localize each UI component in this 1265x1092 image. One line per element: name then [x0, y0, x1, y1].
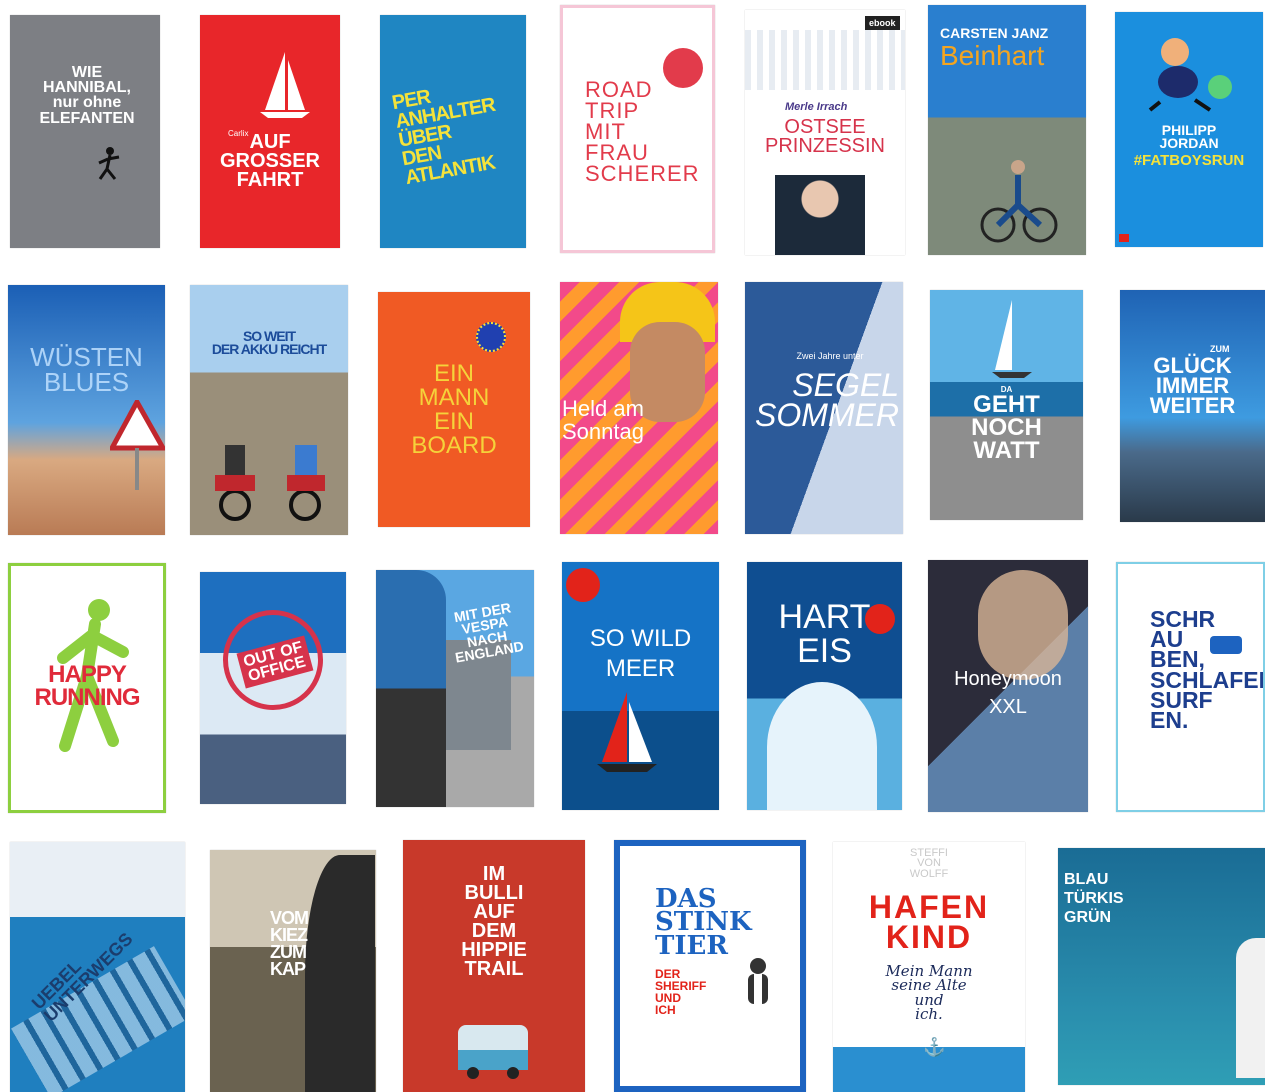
cover-title: HART EIS — [778, 598, 871, 670]
cover-title: Honeymoon XXL — [954, 668, 1062, 718]
red-sticker — [566, 568, 600, 602]
cover-title: WÜSTEN BLUES — [30, 342, 143, 397]
cover-title: EIN MANN EIN BOARD — [411, 360, 497, 459]
skunk-icon — [748, 958, 768, 1004]
book-cover-collage: { "colors": { "hannibal_bg": "#7d7f84", … — [0, 0, 1265, 1092]
portrait-photo — [775, 175, 865, 255]
cover-subtitle: Zwei Jahre unter — [796, 351, 864, 361]
sailboat-icon — [992, 300, 1032, 378]
cover-title: BLAU TÜRKIS GRÜN — [1064, 871, 1124, 927]
book-cover-hart-am-eis[interactable]: HART EIS — [747, 562, 902, 810]
cyclists-icon — [215, 445, 325, 521]
book-cover-happy-running[interactable]: HAPPY RUNNING — [8, 563, 166, 813]
book-cover-held-am-sonntag[interactable]: Held am Sonntag — [560, 282, 718, 534]
cover-title: IM BULLI AUF DEM HIPPIE TRAIL — [461, 863, 527, 980]
boat-hull — [1236, 938, 1265, 1078]
book-cover-vespa[interactable]: MIT DER VESPA NACH ENGLAND — [376, 570, 534, 807]
cover-author: Merle Irrach — [785, 101, 848, 113]
book-cover-road-trip[interactable]: ROAD TRIP MIT FRAU SCHERER — [560, 5, 715, 253]
cover-title: HAFEN KIND — [868, 889, 990, 956]
running-figure-icon — [98, 147, 120, 180]
book-cover-zum-glueck-immer-weiter[interactable]: ZUM GLÜCK IMMER WEITER — [1120, 290, 1265, 522]
book-cover-fatboysrun[interactable]: PHILIPP JORDAN #FATBOYSRUN — [1115, 12, 1263, 247]
cover-title: GLÜCK IMMER WEITER — [1149, 353, 1236, 418]
book-cover-beinhart[interactable]: CARSTEN JANZ Beinhart — [928, 5, 1086, 255]
cover-title: AUF GROSSER FAHRT — [219, 131, 321, 191]
book-cover-honeymoon-xxl[interactable]: Honeymoon XXL — [928, 560, 1088, 812]
book-cover-im-bulli-auf-dem-hippie-trail[interactable]: IM BULLI AUF DEM HIPPIE TRAIL — [403, 840, 585, 1092]
sketch-skyline — [745, 30, 905, 90]
book-cover-ostsee-prinzessin[interactable]: ebook Merle Irrach OSTSEE PRINZESSIN — [745, 10, 905, 255]
couple-photo — [978, 570, 1068, 680]
book-cover-so-wild-meer[interactable]: SO WILD MEER — [562, 562, 719, 810]
cover-title: DAS STINK TIER — [655, 884, 752, 961]
cover-title: GEHT NOCH WATT — [971, 391, 1042, 464]
book-cover-da-geht-noch-watt[interactable]: DA GEHT NOCH WATT — [930, 290, 1083, 520]
book-cover-per-anhalter[interactable]: PER ANHALTER ÜBER DEN ATLANTIK — [380, 15, 526, 248]
warning-sign-icon — [110, 400, 165, 490]
book-cover-auf-grosser-fahrt[interactable]: Carlix AUF GROSSER FAHRT — [200, 15, 340, 248]
cover-author: PHILIPP JORDAN — [1159, 122, 1219, 152]
book-cover-hafenkind[interactable]: STEFFI VON WOLFF HAFEN KIND Mein Mann se… — [833, 842, 1025, 1092]
cover-title: SCHR AU BEN, SCHLAFEN, SURF EN. — [1150, 606, 1263, 734]
van-icon — [1210, 636, 1242, 654]
ebook-badge: ebook — [865, 16, 900, 30]
vw-bus-icon — [458, 1025, 528, 1079]
cover-title: OSTSEE PRINZESSIN — [764, 116, 886, 157]
cover-title: ROAD TRIP MIT FRAU SCHERER — [585, 77, 700, 186]
rider-shape — [376, 570, 446, 807]
cover-title: SO WILD MEER — [589, 625, 692, 682]
cartoon-runner-icon — [1148, 38, 1232, 112]
cover-title: MIT DER VESPA NACH ENGLAND — [452, 599, 525, 666]
ice-arch — [767, 682, 877, 810]
sailboat-icon — [260, 52, 310, 118]
publisher-logo — [1119, 234, 1129, 242]
book-cover-segel-sommer[interactable]: Zwei Jahre unter SEGEL SOMMER — [745, 282, 903, 534]
cyclist-icon — [980, 160, 1058, 243]
book-cover-out-of-office[interactable]: OUT OF OFFICE — [200, 572, 346, 804]
eu-flag-icon — [476, 322, 506, 352]
book-cover-ein-mann-ein-board[interactable]: EIN MANN EIN BOARD — [378, 292, 530, 527]
cover-author: CARSTEN JANZ — [940, 25, 1049, 41]
cover-title: HAPPY RUNNING — [34, 661, 141, 711]
cover-title: VOM KIEZ ZUM KAP — [270, 908, 309, 980]
cover-title: Held am Sonntag — [562, 396, 644, 445]
book-cover-wuesten-blues[interactable]: WÜSTEN BLUES — [8, 285, 165, 535]
anchor-icon: ⚓ — [923, 1037, 946, 1057]
book-cover-das-stinktier[interactable]: DAS STINK TIER DER SHERIFF UND ICH — [614, 840, 806, 1092]
book-cover-schrauben-schlafen-surfen[interactable]: SCHR AU BEN, SCHLAFEN, SURF EN. — [1116, 562, 1265, 812]
cover-title: PER ANHALTER ÜBER DEN ATLANTIK — [390, 85, 497, 190]
book-cover-blau-tuerkis-gruen[interactable]: BLAU TÜRKIS GRÜN — [1058, 848, 1265, 1085]
cover-subtitle: Mein Mann seine Alte und ich. — [885, 962, 973, 1023]
book-cover-uebel-unterwegs[interactable]: UEBEL UNTERWEGS — [10, 842, 185, 1092]
cover-title: WIE HANNIBAL, nur ohne ELEFANTEN — [39, 64, 135, 127]
book-cover-so-weit-der-akku-reicht[interactable]: SO WEIT DER AKKU REICHT — [190, 285, 348, 535]
book-cover-wie-hannibal[interactable]: WIE HANNIBAL, nur ohne ELEFANTEN — [10, 15, 160, 248]
cover-title: Beinhart — [940, 40, 1045, 71]
sailboat-icon — [597, 692, 657, 772]
cover-title: #FATBOYSRUN — [1133, 152, 1245, 169]
cover-author: STEFFI VON WOLFF — [909, 847, 949, 880]
book-cover-vom-kiez-zum-kap[interactable]: VOM KIEZ ZUM KAP — [210, 850, 376, 1092]
rock-shape — [305, 855, 375, 1092]
cover-title: SEGEL SOMMER — [755, 367, 899, 434]
cover-subtitle: DER SHERIFF UND ICH — [655, 967, 707, 1017]
cover-title: SO WEIT DER AKKU REICHT — [211, 328, 327, 358]
